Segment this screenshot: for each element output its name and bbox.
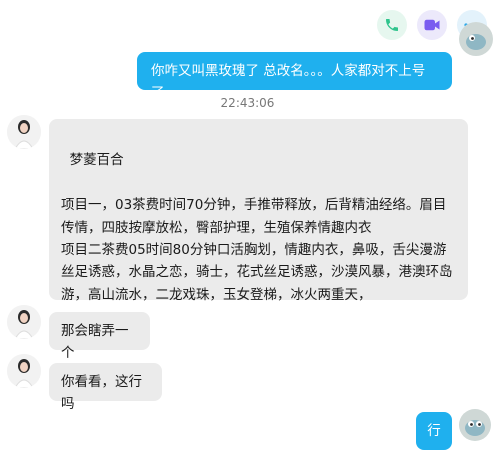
contact-avatar[interactable] <box>7 305 41 339</box>
message-text: 你看看，这行吗 <box>61 374 142 412</box>
avatar-image <box>7 115 41 149</box>
avatar-image <box>459 22 493 56</box>
outgoing-message-bubble[interactable]: 你咋又叫黑玫瑰了 总改名。。。人家都对不上号了 <box>137 52 452 101</box>
self-avatar[interactable] <box>459 22 493 56</box>
video-call-button[interactable] <box>417 10 447 40</box>
message-timestamp: 22:43:06 <box>220 96 275 110</box>
incoming-message-bubble[interactable]: 你看看，这行吗 <box>49 363 162 412</box>
video-camera-icon <box>424 19 440 31</box>
message-text: 梦菱百合 项目一，03茶费时间70分钟，手推带释放，后背精油经络。眉目传情，四肢… <box>61 152 453 303</box>
avatar-image <box>459 409 491 441</box>
phone-icon <box>386 19 398 31</box>
message-text: 行 <box>427 423 441 439</box>
message-text: 那会瞎弄一个 <box>61 323 129 361</box>
incoming-message-bubble[interactable]: 梦菱百合 项目一，03茶费时间70分钟，手推带释放，后背精油经络。眉目传情，四肢… <box>49 119 468 303</box>
self-avatar[interactable] <box>459 409 491 441</box>
avatar-image <box>7 305 41 339</box>
voice-call-button[interactable] <box>377 10 407 40</box>
incoming-message-bubble[interactable]: 那会瞎弄一个 <box>49 312 150 361</box>
contact-avatar[interactable] <box>7 115 41 149</box>
outgoing-message-bubble[interactable]: 行 <box>416 412 452 450</box>
avatar-image <box>7 354 41 388</box>
contact-avatar[interactable] <box>7 354 41 388</box>
